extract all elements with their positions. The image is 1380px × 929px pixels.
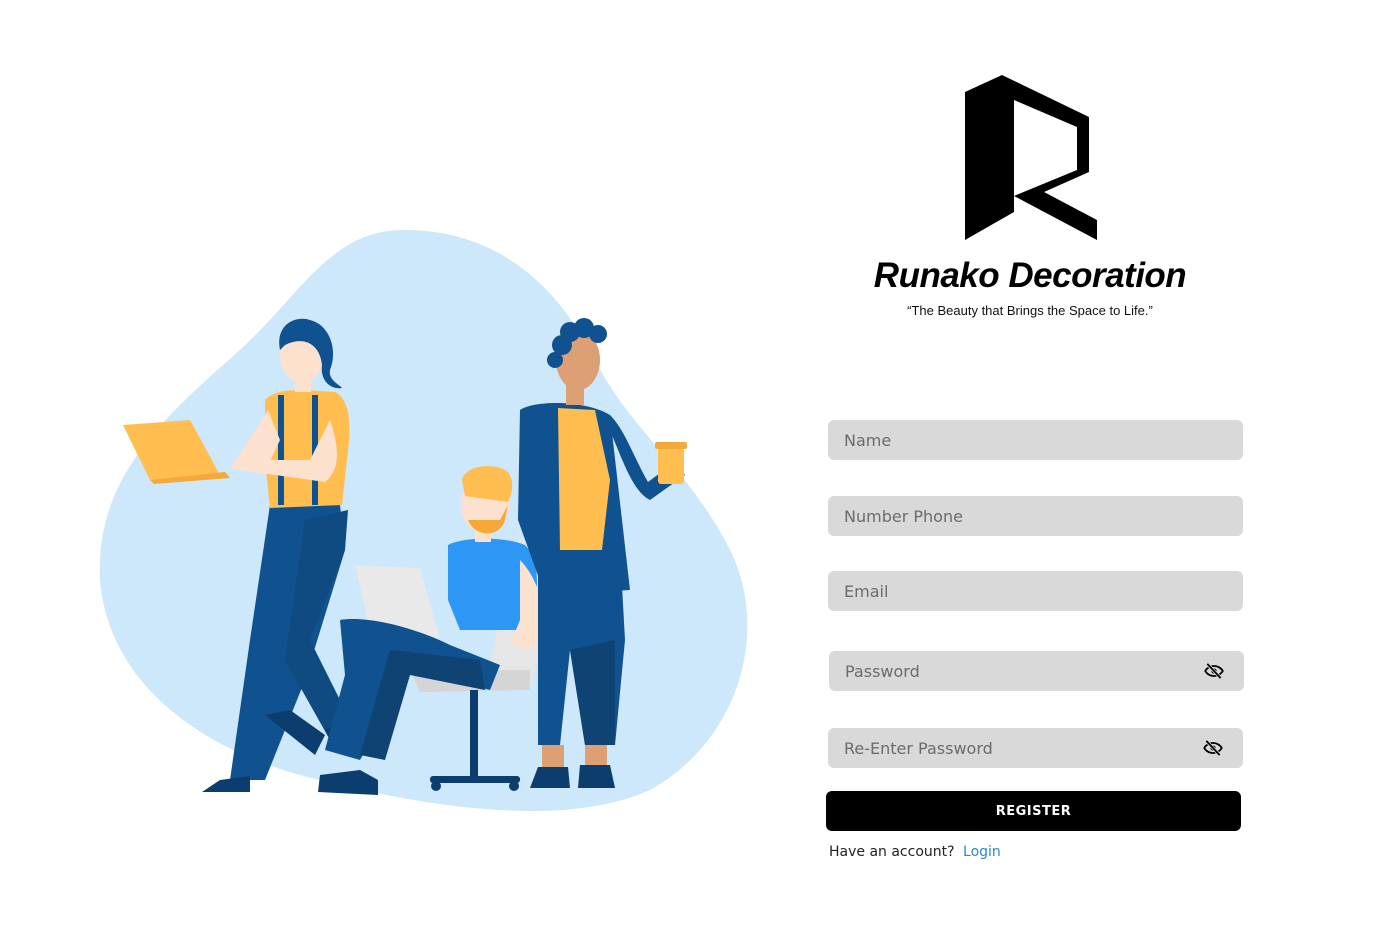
login-prompt-text: Have an account?	[829, 844, 955, 860]
email-field	[828, 571, 1243, 611]
password-input[interactable]	[829, 651, 1244, 691]
register-button[interactable]: REGISTER	[826, 791, 1241, 831]
eye-off-icon[interactable]	[1204, 661, 1224, 681]
r-logo-icon	[962, 72, 1100, 244]
email-input[interactable]	[828, 571, 1243, 611]
login-prompt-row: Have an account? Login	[829, 844, 1001, 860]
brand-name: Runako Decoration	[873, 256, 1187, 295]
repassword-input[interactable]	[828, 728, 1243, 768]
team-working-illustration	[90, 220, 770, 820]
register-page: Runako Decoration “The Beauty that Bring…	[0, 0, 1380, 929]
password-field	[829, 651, 1244, 691]
name-field	[828, 420, 1243, 460]
phone-input[interactable]	[828, 496, 1243, 536]
login-link[interactable]: Login	[963, 844, 1001, 860]
phone-field	[828, 496, 1243, 536]
name-input[interactable]	[828, 420, 1243, 460]
repassword-field	[828, 728, 1243, 768]
eye-off-icon[interactable]	[1203, 738, 1223, 758]
brand-tagline: “The Beauty that Brings the Space to Lif…	[907, 303, 1153, 318]
